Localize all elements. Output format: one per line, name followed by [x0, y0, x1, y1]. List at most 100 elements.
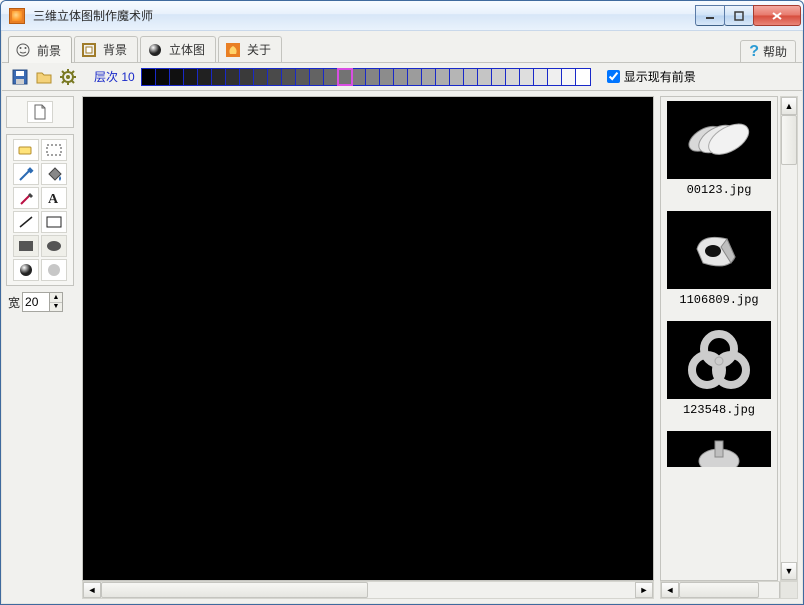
layer-cell[interactable]	[324, 69, 338, 85]
thumbnail-item[interactable]	[667, 431, 771, 467]
layer-cell[interactable]	[212, 69, 226, 85]
canvas-hscroll-thumb[interactable]	[101, 582, 368, 598]
layer-cell[interactable]	[408, 69, 422, 85]
open-button[interactable]	[34, 67, 54, 87]
layer-cell[interactable]	[506, 69, 520, 85]
close-button[interactable]	[753, 5, 801, 26]
settings-button[interactable]	[58, 67, 78, 87]
scroll-left-button[interactable]: ◄	[83, 582, 101, 598]
main-tabs: 前景 背景 立体图 关于 ?	[2, 31, 802, 63]
thumbnails-vscroll-thumb[interactable]	[781, 115, 797, 165]
thumbnail-item[interactable]: 123548.jpg	[667, 321, 771, 417]
help-label: 帮助	[763, 43, 787, 60]
layer-cell[interactable]	[436, 69, 450, 85]
rect-tool[interactable]	[41, 211, 67, 233]
thumbnails-hscrollbar[interactable]: ◄ ►	[660, 581, 798, 599]
tab-about[interactable]: 关于	[218, 36, 282, 62]
layer-cell[interactable]	[254, 69, 268, 85]
new-file-icon	[33, 104, 47, 120]
color-picker-tool[interactable]	[13, 163, 39, 185]
tab-foreground[interactable]: 前景	[8, 36, 72, 63]
show-foreground-input[interactable]	[607, 70, 620, 83]
layer-cell[interactable]	[352, 69, 366, 85]
thumbnails-vscrollbar[interactable]: ▲ ▼	[780, 96, 798, 581]
thumbnail-item[interactable]: 1106809.jpg	[667, 211, 771, 307]
show-foreground-checkbox[interactable]: 显示现有前景	[607, 68, 696, 85]
thumbnail-image	[667, 101, 771, 179]
layer-cell[interactable]	[520, 69, 534, 85]
line-tool[interactable]	[13, 211, 39, 233]
layer-cell[interactable]	[338, 69, 352, 85]
canvas-hscrollbar[interactable]: ◄ ►	[82, 581, 654, 599]
ellipse-filled-tool[interactable]	[41, 235, 67, 257]
layer-cell[interactable]	[492, 69, 506, 85]
thumbnail-image	[667, 321, 771, 399]
selection-tool[interactable]	[41, 139, 67, 161]
ellipse-tool[interactable]	[13, 259, 39, 281]
body-area: A	[2, 92, 802, 603]
thumbnail-image	[667, 211, 771, 289]
layer-cell[interactable]	[380, 69, 394, 85]
tab-stereo[interactable]: 立体图	[140, 36, 216, 62]
app-window: 三维立体图制作魔术师 前景	[0, 0, 804, 605]
thumbs-hscroll-thumb[interactable]	[679, 582, 759, 598]
layer-cell[interactable]	[170, 69, 184, 85]
layer-cell[interactable]	[562, 69, 576, 85]
layer-cell[interactable]	[310, 69, 324, 85]
scroll-right-button[interactable]: ►	[635, 582, 653, 598]
layer-cell[interactable]	[548, 69, 562, 85]
text-tool[interactable]: A	[41, 187, 67, 209]
thumbnail-item[interactable]: 00123.jpg	[667, 101, 771, 197]
thumbnails-vscroll-track[interactable]	[781, 115, 797, 562]
layer-cell[interactable]	[240, 69, 254, 85]
layer-cell[interactable]	[478, 69, 492, 85]
layer-cell[interactable]	[156, 69, 170, 85]
window-controls	[696, 5, 801, 26]
help-icon: ?	[749, 43, 759, 61]
thumbs-hscroll-track[interactable]	[679, 582, 779, 598]
tab-background[interactable]: 背景	[74, 36, 138, 62]
thumbnail-image	[667, 431, 771, 467]
ellipse-gray-tool[interactable]	[41, 259, 67, 281]
layer-cell[interactable]	[198, 69, 212, 85]
fill-tool[interactable]	[41, 163, 67, 185]
drawing-canvas[interactable]	[82, 96, 654, 581]
layer-cell[interactable]	[366, 69, 380, 85]
eraser-tool[interactable]	[13, 139, 39, 161]
minimize-icon	[705, 11, 715, 21]
width-spin-down[interactable]: ▼	[50, 303, 62, 312]
layer-cell[interactable]	[450, 69, 464, 85]
layer-cell[interactable]	[296, 69, 310, 85]
scroll-down-button[interactable]: ▼	[781, 562, 797, 580]
ellipse-icon	[17, 262, 35, 278]
save-button[interactable]	[10, 67, 30, 87]
new-file-button[interactable]	[27, 101, 53, 123]
layer-cell[interactable]	[268, 69, 282, 85]
scroll-up-button[interactable]: ▲	[781, 97, 797, 115]
layer-cell[interactable]	[184, 69, 198, 85]
sphere-icon	[147, 42, 163, 58]
help-button[interactable]: ? 帮助	[740, 40, 796, 62]
pencil-tool[interactable]	[13, 187, 39, 209]
width-input[interactable]	[22, 292, 50, 312]
minimize-button[interactable]	[695, 5, 725, 26]
fill-icon	[45, 166, 63, 182]
width-spin-up[interactable]: ▲	[50, 293, 62, 303]
maximize-button[interactable]	[724, 5, 754, 26]
thumbs-scroll-left[interactable]: ◄	[661, 582, 679, 598]
canvas-hscroll-track[interactable]	[101, 582, 635, 598]
layer-cell[interactable]	[282, 69, 296, 85]
scroll-corner	[780, 581, 798, 599]
rect-icon	[45, 214, 63, 230]
layer-cell[interactable]	[576, 69, 590, 85]
layer-cell[interactable]	[394, 69, 408, 85]
layer-cell[interactable]	[534, 69, 548, 85]
rect-filled-tool[interactable]	[13, 235, 39, 257]
rect-filled-icon	[17, 238, 35, 254]
layer-gradient-strip[interactable]	[141, 68, 591, 86]
layer-cell[interactable]	[464, 69, 478, 85]
layer-cell[interactable]	[422, 69, 436, 85]
layer-cell[interactable]	[142, 69, 156, 85]
tool-palette: A	[6, 96, 74, 312]
layer-cell[interactable]	[226, 69, 240, 85]
